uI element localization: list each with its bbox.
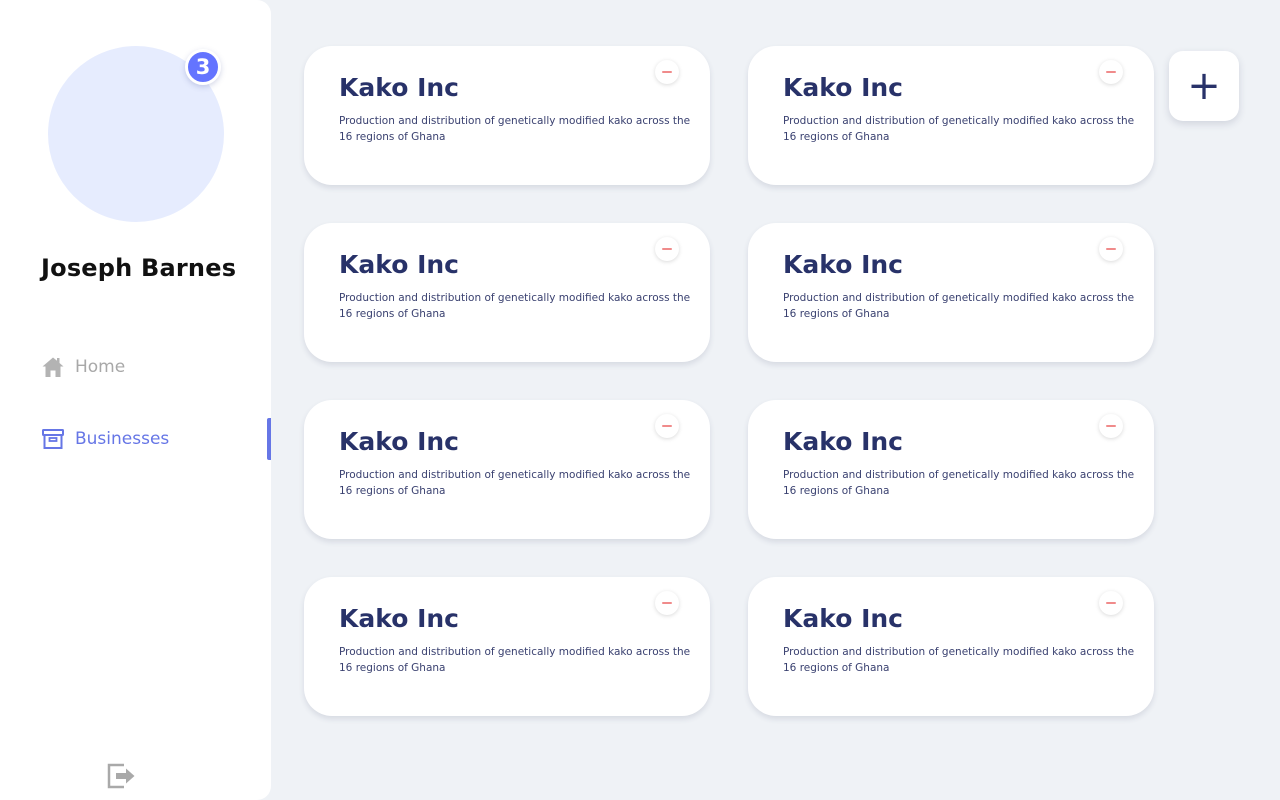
minus-icon	[1106, 602, 1116, 604]
business-description: Production and distribution of genetical…	[339, 646, 691, 674]
business-description: Production and distribution of genetical…	[783, 292, 1135, 320]
business-card[interactable]: Kako Inc Production and distribution of …	[304, 223, 710, 362]
remove-business-button[interactable]	[1099, 60, 1123, 84]
minus-icon	[1106, 248, 1116, 250]
business-description: Production and distribution of genetical…	[783, 646, 1135, 674]
remove-business-button[interactable]	[655, 591, 679, 615]
logout-icon	[107, 763, 135, 789]
business-name: Kako Inc	[339, 250, 459, 279]
business-card[interactable]: Kako Inc Production and distribution of …	[304, 577, 710, 716]
logout-button[interactable]	[107, 762, 137, 790]
remove-business-button[interactable]	[655, 237, 679, 261]
minus-icon	[1106, 425, 1116, 427]
business-name: Kako Inc	[339, 73, 459, 102]
remove-business-button[interactable]	[1099, 591, 1123, 615]
business-card[interactable]: Kako Inc Production and distribution of …	[304, 400, 710, 539]
app-root: 3 Joseph Barnes Home Businesses Kako Inc…	[0, 0, 1280, 800]
business-card[interactable]: Kako Inc Production and distribution of …	[748, 577, 1154, 716]
add-business-button[interactable]: +	[1169, 51, 1239, 121]
business-description: Production and distribution of genetical…	[339, 292, 691, 320]
remove-business-button[interactable]	[1099, 414, 1123, 438]
business-name: Kako Inc	[783, 604, 903, 633]
nav-item-businesses-label: Businesses	[75, 429, 170, 449]
business-name: Kako Inc	[783, 73, 903, 102]
remove-business-button[interactable]	[1099, 237, 1123, 261]
nav-item-businesses[interactable]: Businesses	[41, 419, 169, 459]
home-icon	[41, 355, 65, 379]
archive-box-icon	[41, 427, 65, 451]
notification-badge[interactable]: 3	[185, 49, 221, 85]
user-name: Joseph Barnes	[41, 254, 237, 282]
minus-icon	[662, 425, 672, 427]
minus-icon	[662, 602, 672, 604]
business-name: Kako Inc	[783, 250, 903, 279]
remove-business-button[interactable]	[655, 60, 679, 84]
business-description: Production and distribution of genetical…	[339, 469, 691, 497]
business-name: Kako Inc	[339, 604, 459, 633]
remove-business-button[interactable]	[655, 414, 679, 438]
business-card[interactable]: Kako Inc Production and distribution of …	[748, 46, 1154, 185]
avatar-container: 3	[48, 46, 224, 222]
sidebar: 3 Joseph Barnes Home Businesses	[0, 0, 271, 800]
business-name: Kako Inc	[783, 427, 903, 456]
business-card[interactable]: Kako Inc Production and distribution of …	[748, 400, 1154, 539]
business-description: Production and distribution of genetical…	[339, 115, 691, 143]
active-nav-indicator	[267, 418, 271, 460]
minus-icon	[662, 71, 672, 73]
minus-icon	[662, 248, 672, 250]
nav-item-home-label: Home	[75, 357, 126, 377]
business-name: Kako Inc	[339, 427, 459, 456]
business-card[interactable]: Kako Inc Production and distribution of …	[304, 46, 710, 185]
minus-icon	[1106, 71, 1116, 73]
business-description: Production and distribution of genetical…	[783, 469, 1135, 497]
business-card[interactable]: Kako Inc Production and distribution of …	[748, 223, 1154, 362]
nav-item-home[interactable]: Home	[41, 347, 125, 387]
business-description: Production and distribution of genetical…	[783, 115, 1135, 143]
